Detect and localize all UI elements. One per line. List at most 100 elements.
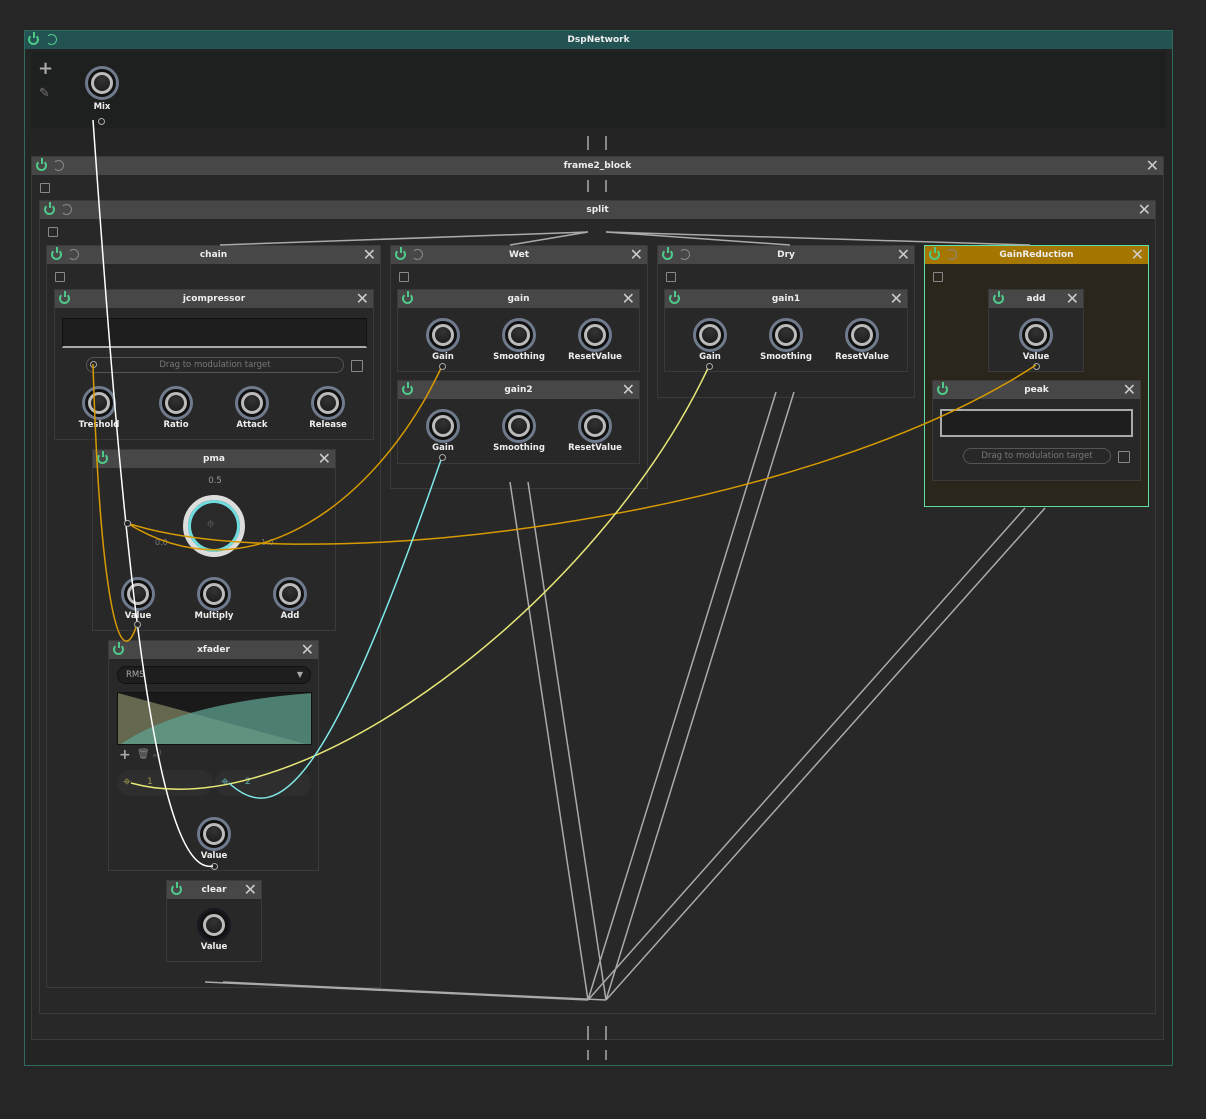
node-header-jcompressor[interactable]: jcompressor ✕ — [55, 290, 373, 308]
power-icon[interactable] — [44, 202, 55, 215]
knob-resetvalue[interactable] — [845, 318, 879, 352]
knob-smoothing[interactable] — [502, 318, 536, 352]
mix-knob[interactable] — [85, 66, 119, 100]
popout-icon[interactable] — [40, 183, 50, 193]
bypass-icon[interactable] — [68, 249, 79, 260]
close-icon[interactable]: ✕ — [622, 381, 635, 399]
knob-treshold[interactable] — [82, 386, 116, 420]
mod-drag-bar[interactable]: Drag to modulation target — [86, 357, 344, 373]
knob-ratio[interactable] — [159, 386, 193, 420]
node-header-split[interactable]: split ✕ — [40, 201, 1155, 219]
node-header-add[interactable]: add ✕ — [989, 290, 1083, 308]
close-icon[interactable]: ✕ — [630, 246, 643, 264]
power-icon[interactable] — [28, 32, 39, 45]
bypass-icon[interactable] — [679, 249, 690, 260]
knob-value[interactable] — [197, 817, 231, 851]
close-icon[interactable]: ✕ — [1138, 201, 1151, 219]
plus-icon[interactable]: + — [119, 747, 131, 763]
pencil-icon[interactable]: ✎ — [39, 86, 50, 101]
mod-target-port[interactable] — [439, 363, 446, 370]
node-header-chain[interactable]: chain ✕ — [47, 246, 380, 264]
power-icon[interactable] — [402, 382, 413, 395]
popout-icon[interactable] — [55, 272, 65, 282]
power-icon[interactable] — [36, 158, 47, 171]
close-icon[interactable]: ✕ — [1146, 157, 1159, 175]
mod-target-port[interactable] — [134, 621, 141, 628]
knob-release[interactable] — [311, 386, 345, 420]
add-value-port[interactable] — [1033, 363, 1040, 370]
power-icon[interactable] — [395, 247, 406, 260]
node-header-clear[interactable]: clear ✕ — [167, 881, 261, 899]
popout-icon[interactable] — [666, 272, 676, 282]
mod-source-port[interactable] — [90, 361, 97, 368]
node-header-gain[interactable]: gain ✕ — [398, 290, 639, 308]
mix-mod-port[interactable] — [98, 118, 105, 125]
knob-gain[interactable] — [426, 409, 460, 443]
close-icon[interactable]: ✕ — [897, 246, 910, 264]
close-icon[interactable]: ✕ — [1066, 290, 1079, 308]
crosshair-icon[interactable]: ⌖ — [123, 774, 131, 790]
xfader-value-port[interactable] — [211, 863, 218, 870]
knob-gain[interactable] — [426, 318, 460, 352]
popout-icon[interactable] — [933, 272, 943, 282]
bypass-icon[interactable] — [946, 249, 957, 260]
close-icon[interactable]: ✕ — [244, 881, 257, 899]
close-icon[interactable]: ✕ — [1131, 246, 1144, 264]
knob-attack[interactable] — [235, 386, 269, 420]
power-icon[interactable] — [402, 291, 413, 304]
node-header-pma[interactable]: pma ✕ — [93, 450, 335, 468]
node-header-gain2[interactable]: gain2 ✕ — [398, 381, 639, 399]
power-icon[interactable] — [113, 642, 124, 655]
mod-drag-bar[interactable]: Drag to modulation target — [963, 448, 1111, 464]
knob-smoothing[interactable] — [769, 318, 803, 352]
crosshair-icon[interactable]: ⌖ — [221, 774, 229, 790]
knob-add[interactable] — [273, 577, 307, 611]
power-icon[interactable] — [171, 882, 182, 895]
close-icon[interactable]: ✕ — [318, 450, 331, 468]
mod-target-port[interactable] — [124, 520, 131, 527]
shuffle-icon[interactable]: ⤾ — [153, 749, 161, 760]
knob-resetvalue[interactable] — [578, 318, 612, 352]
close-icon[interactable]: ✕ — [356, 290, 369, 308]
power-icon[interactable] — [51, 247, 62, 260]
node-header-dry[interactable]: Dry ✕ — [658, 246, 914, 264]
bypass-icon[interactable] — [53, 160, 64, 171]
node-header-peak[interactable]: peak ✕ — [933, 381, 1140, 399]
power-icon[interactable] — [669, 291, 680, 304]
node-header-xfader[interactable]: xfader ✕ — [109, 641, 318, 659]
xfader-output-2[interactable]: ⌖ 2 — [215, 770, 311, 796]
mod-target-port[interactable] — [439, 454, 446, 461]
node-header-gain1[interactable]: gain1 ✕ — [665, 290, 907, 308]
node-header-wet[interactable]: Wet ✕ — [391, 246, 647, 264]
node-header-frame2_block[interactable]: frame2_block ✕ — [32, 157, 1163, 175]
bypass-icon[interactable] — [61, 204, 72, 215]
knob-resetvalue[interactable] — [578, 409, 612, 443]
knob-value[interactable] — [1019, 318, 1053, 352]
graph-icon[interactable] — [351, 360, 363, 372]
power-icon[interactable] — [59, 291, 70, 304]
knob-value[interactable] — [197, 908, 231, 942]
close-icon[interactable]: ✕ — [363, 246, 376, 264]
knob-value[interactable] — [121, 577, 155, 611]
knob-multiply[interactable] — [197, 577, 231, 611]
graph-icon[interactable] — [1118, 451, 1130, 463]
knob-gain[interactable] — [693, 318, 727, 352]
trash-icon[interactable]: 🗑 — [137, 749, 150, 760]
close-icon[interactable]: ✕ — [622, 290, 635, 308]
close-icon[interactable]: ✕ — [301, 641, 314, 659]
popout-icon[interactable] — [399, 272, 409, 282]
close-icon[interactable]: ✕ — [890, 290, 903, 308]
popout-icon[interactable] — [48, 227, 58, 237]
plus-icon[interactable]: + — [38, 60, 53, 78]
power-icon[interactable] — [993, 291, 1004, 304]
bypass-icon[interactable] — [412, 249, 423, 260]
xfader-output-1[interactable]: ⌖ 1 — [117, 770, 213, 796]
node-header-gainreduction[interactable]: GainReduction ✕ — [925, 246, 1148, 264]
power-icon[interactable] — [929, 247, 940, 260]
knob-smoothing[interactable] — [502, 409, 536, 443]
bypass-icon[interactable] — [46, 34, 57, 45]
power-icon[interactable] — [662, 247, 673, 260]
mod-target-port[interactable] — [706, 363, 713, 370]
power-icon[interactable] — [937, 382, 948, 395]
power-icon[interactable] — [97, 451, 108, 464]
